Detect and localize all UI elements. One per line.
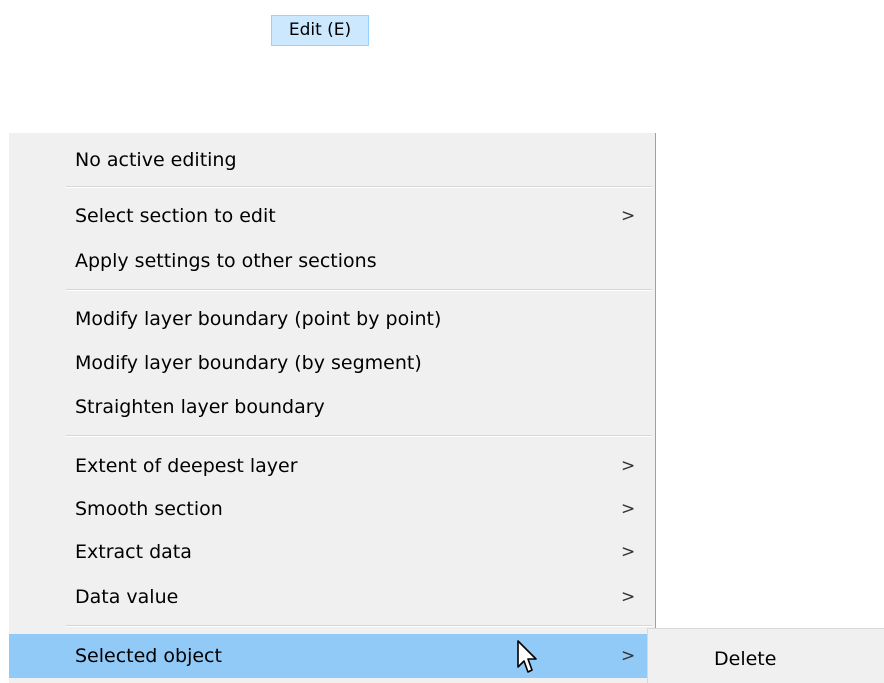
menu-item-label: Smooth section	[75, 498, 223, 520]
chevron-right-icon: >	[621, 499, 636, 519]
menu-item-select-section[interactable]: Select section to edit >	[9, 194, 654, 238]
menu-item-label: Extent of deepest layer	[75, 455, 298, 477]
menu-item-straighten-boundary[interactable]: Straighten layer boundary	[9, 385, 654, 429]
edit-dropdown-menu: No active editing Select section to edit…	[9, 133, 656, 683]
menu-item-apply-settings[interactable]: Apply settings to other sections	[9, 239, 654, 283]
menu-separator	[66, 289, 652, 291]
submenu-item-delete[interactable]: Delete	[648, 637, 884, 681]
selected-object-submenu: Delete	[647, 628, 884, 683]
menu-item-label: Select section to edit	[75, 205, 276, 227]
menu-edit[interactable]: Edit (E)	[271, 15, 369, 46]
menu-item-label: Modify layer boundary (point by point)	[75, 308, 442, 330]
menu-separator	[66, 625, 652, 627]
submenu-item-label: Delete	[714, 648, 777, 670]
menu-item-label: Straighten layer boundary	[75, 396, 325, 418]
menu-item-no-active-editing[interactable]: No active editing	[9, 138, 654, 182]
menu-item-label: No active editing	[75, 149, 237, 171]
chevron-right-icon: >	[621, 206, 636, 226]
menu-item-selected-object[interactable]: Selected object >	[9, 634, 654, 678]
menu-item-data-value[interactable]: Data value >	[9, 575, 654, 619]
menu-item-label: Selected object	[75, 645, 222, 667]
chevron-right-icon: >	[621, 456, 636, 476]
menu-separator	[66, 186, 652, 188]
screen: Edit (E) No active editing Select sectio…	[0, 0, 884, 683]
menu-item-extract-data[interactable]: Extract data >	[9, 530, 654, 574]
menu-item-smooth-section[interactable]: Smooth section >	[9, 487, 654, 531]
menu-item-label: Extract data	[75, 541, 192, 563]
menu-item-label: Modify layer boundary (by segment)	[75, 352, 422, 374]
menu-item-extent-deepest-layer[interactable]: Extent of deepest layer >	[9, 444, 654, 488]
chevron-right-icon: >	[621, 587, 636, 607]
menu-separator	[66, 435, 652, 437]
menu-item-modify-by-segment[interactable]: Modify layer boundary (by segment)	[9, 341, 654, 385]
mouse-pointer-icon	[517, 640, 537, 673]
chevron-right-icon: >	[621, 542, 636, 562]
menu-item-modify-point-by-point[interactable]: Modify layer boundary (point by point)	[9, 297, 654, 341]
menu-item-label: Data value	[75, 586, 179, 608]
chevron-right-icon: >	[621, 646, 636, 666]
menu-item-label: Apply settings to other sections	[75, 250, 377, 272]
